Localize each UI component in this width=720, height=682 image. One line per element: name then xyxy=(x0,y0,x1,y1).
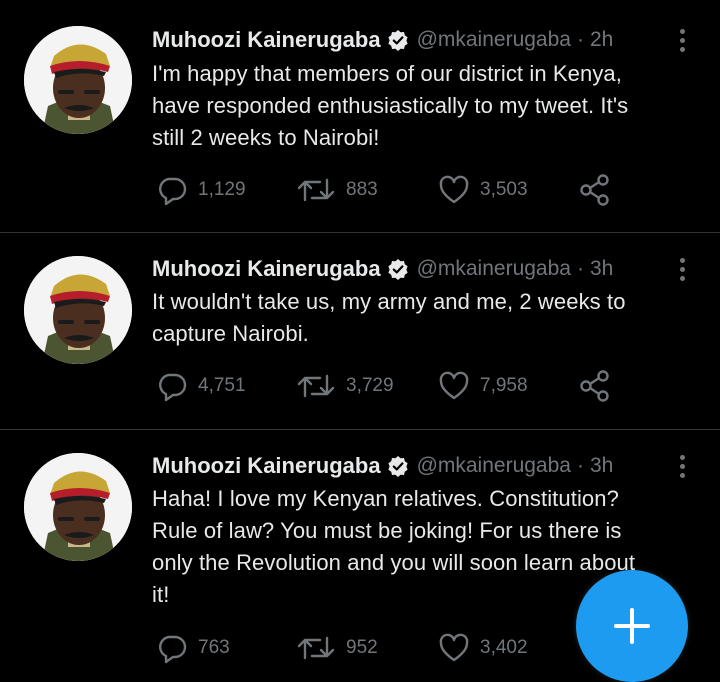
reply-icon xyxy=(159,177,187,206)
author-name[interactable]: Muhoozi Kainerugaba xyxy=(152,256,381,282)
author-handle[interactable]: @mkainerugaba xyxy=(417,454,571,478)
retweet-icon xyxy=(297,178,335,202)
more-options-icon[interactable] xyxy=(672,254,692,284)
tweet-actions: 4,751 3,729 7,958 xyxy=(152,366,632,406)
heart-icon xyxy=(439,175,469,204)
retweet-icon xyxy=(297,636,335,660)
tweet-time[interactable]: 3h xyxy=(590,454,613,478)
tweet-text-line: Rule of law? You must be joking! For us … xyxy=(152,518,622,543)
retweet-button[interactable]: 883 xyxy=(296,170,378,210)
heart-icon xyxy=(439,633,469,662)
reply-button[interactable]: 4,751 xyxy=(156,366,246,406)
tweet-header: Muhoozi Kainerugaba @mkainerugaba · 3h xyxy=(152,451,613,481)
share-icon xyxy=(580,370,609,402)
share-button[interactable] xyxy=(578,366,612,406)
tweet-text-line: Haha! I love my Kenyan relatives. Consti… xyxy=(152,486,619,511)
reply-count: 1,129 xyxy=(198,179,246,200)
reply-button[interactable]: 763 xyxy=(156,628,230,668)
like-button[interactable]: 3,503 xyxy=(438,170,528,210)
compose-tweet-button[interactable] xyxy=(576,570,688,682)
tweet-text: I'm happy that members of our district i… xyxy=(152,58,707,154)
reply-icon xyxy=(159,635,187,664)
like-button[interactable]: 3,402 xyxy=(438,628,528,668)
heart-icon xyxy=(439,371,469,400)
tweet-text-line: have responded enthusiastically to my tw… xyxy=(152,93,629,118)
avatar[interactable] xyxy=(24,26,132,134)
profile-photo xyxy=(24,256,132,364)
reply-icon xyxy=(159,373,187,402)
tweet-text-line: It wouldn't take us, my army and me, 2 w… xyxy=(152,289,626,314)
tweet-text-line: capture Nairobi. xyxy=(152,321,309,346)
retweet-count: 3,729 xyxy=(346,375,394,396)
author-handle[interactable]: @mkainerugaba xyxy=(417,28,571,52)
like-count: 3,402 xyxy=(480,637,528,658)
tweet-text-line: I'm happy that members of our district i… xyxy=(152,61,622,86)
like-count: 3,503 xyxy=(480,179,528,200)
reply-count: 4,751 xyxy=(198,375,246,396)
like-count: 7,958 xyxy=(480,375,528,396)
separator-dot: · xyxy=(576,257,584,280)
reply-count: 763 xyxy=(198,637,230,658)
avatar[interactable] xyxy=(24,453,132,561)
separator-dot: · xyxy=(576,454,584,477)
tweet-text-line: still 2 weeks to Nairobi! xyxy=(152,125,380,150)
separator-dot: · xyxy=(576,28,584,51)
profile-photo xyxy=(24,453,132,561)
retweet-button[interactable]: 3,729 xyxy=(296,366,394,406)
retweet-count: 883 xyxy=(346,179,378,200)
author-name[interactable]: Muhoozi Kainerugaba xyxy=(152,453,381,479)
verified-badge-icon xyxy=(387,455,409,477)
share-button[interactable] xyxy=(578,170,612,210)
more-options-icon[interactable] xyxy=(672,451,692,481)
avatar[interactable] xyxy=(24,256,132,364)
verified-badge-icon xyxy=(387,29,409,51)
plus-icon xyxy=(614,608,650,644)
like-button[interactable]: 7,958 xyxy=(438,366,528,406)
tweet-actions: 763 952 3,402 xyxy=(152,628,632,668)
verified-badge-icon xyxy=(387,258,409,280)
retweet-icon xyxy=(297,374,335,398)
tweet-header: Muhoozi Kainerugaba @mkainerugaba · 2h xyxy=(152,25,613,55)
tweet-text: It wouldn't take us, my army and me, 2 w… xyxy=(152,286,707,350)
share-icon xyxy=(580,174,609,206)
tweet-actions: 1,129 883 3,503 xyxy=(152,170,632,210)
retweet-count: 952 xyxy=(346,637,378,658)
tweet-time[interactable]: 2h xyxy=(590,28,613,52)
profile-photo xyxy=(24,26,132,134)
more-options-icon[interactable] xyxy=(672,25,692,55)
tweet-header: Muhoozi Kainerugaba @mkainerugaba · 3h xyxy=(152,254,613,284)
author-name[interactable]: Muhoozi Kainerugaba xyxy=(152,27,381,53)
tweet-2[interactable]: Muhoozi Kainerugaba @mkainerugaba · 3h I… xyxy=(0,233,720,429)
tweet-1[interactable]: Muhoozi Kainerugaba @mkainerugaba · 2h I… xyxy=(0,0,720,232)
tweet-time[interactable]: 3h xyxy=(590,257,613,281)
author-handle[interactable]: @mkainerugaba xyxy=(417,257,571,281)
retweet-button[interactable]: 952 xyxy=(296,628,378,668)
reply-button[interactable]: 1,129 xyxy=(156,170,246,210)
